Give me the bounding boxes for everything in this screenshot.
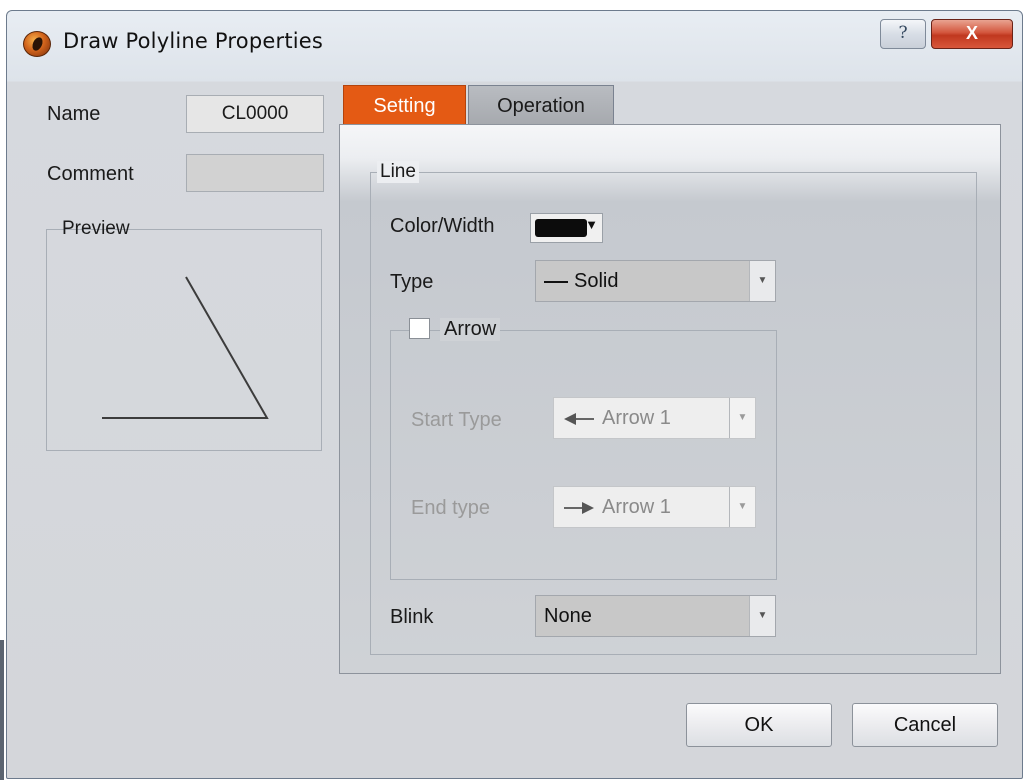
arrow-group (390, 330, 777, 580)
help-icon: ? (898, 23, 908, 43)
cancel-button[interactable]: Cancel (852, 703, 998, 747)
name-field[interactable]: CL0000 (186, 95, 324, 133)
type-dropdown[interactable]: Solid ▼ (535, 260, 776, 302)
blink-value: None (544, 605, 592, 627)
arrow-left-icon (564, 413, 594, 425)
comment-label: Comment (47, 163, 134, 185)
preview-canvas (102, 276, 269, 419)
tab-setting[interactable]: Setting (343, 85, 466, 125)
end-type-dropdown[interactable]: Arrow 1 ▼ (553, 486, 756, 528)
blink-dropdown[interactable]: None ▼ (535, 595, 776, 637)
color-width-picker[interactable]: ▼ (530, 213, 603, 243)
arrow-right-icon (564, 502, 594, 514)
name-label: Name (47, 103, 101, 125)
help-button[interactable]: ? (880, 19, 926, 49)
chevron-down-icon: ▼ (729, 398, 755, 438)
tab-operation[interactable]: Operation (468, 85, 614, 125)
dialog-title: Draw Polyline Properties (63, 29, 324, 53)
chevron-down-icon: ▼ (729, 487, 755, 527)
desktop-edge (0, 640, 4, 780)
preview-polyline (102, 276, 269, 419)
blink-label: Blink (390, 606, 434, 628)
type-label: Type (390, 271, 434, 293)
type-value: Solid (574, 270, 619, 292)
line-group-label: Line (377, 161, 419, 183)
preview-group: Preview (46, 218, 322, 451)
arrow-checkbox[interactable] (409, 318, 430, 339)
close-icon: X (965, 23, 978, 43)
chevron-down-icon: ▼ (585, 217, 598, 232)
start-type-value: Arrow 1 (602, 407, 671, 429)
comment-field[interactable] (186, 154, 324, 192)
start-type-label: Start Type (411, 409, 502, 431)
ok-button[interactable]: OK (686, 703, 832, 747)
color-swatch (535, 219, 587, 237)
close-button[interactable]: X (931, 19, 1013, 49)
chevron-down-icon: ▼ (749, 596, 775, 636)
arrow-label: Arrow (440, 318, 501, 341)
app-icon (23, 31, 51, 57)
solid-line-icon (544, 281, 568, 283)
color-width-label: Color/Width (390, 215, 495, 237)
title-bar[interactable]: Draw Polyline Properties ? X (7, 11, 1022, 73)
start-type-dropdown[interactable]: Arrow 1 ▼ (553, 397, 756, 439)
chevron-down-icon: ▼ (749, 261, 775, 301)
end-type-label: End type (411, 497, 490, 519)
end-type-value: Arrow 1 (602, 496, 671, 518)
